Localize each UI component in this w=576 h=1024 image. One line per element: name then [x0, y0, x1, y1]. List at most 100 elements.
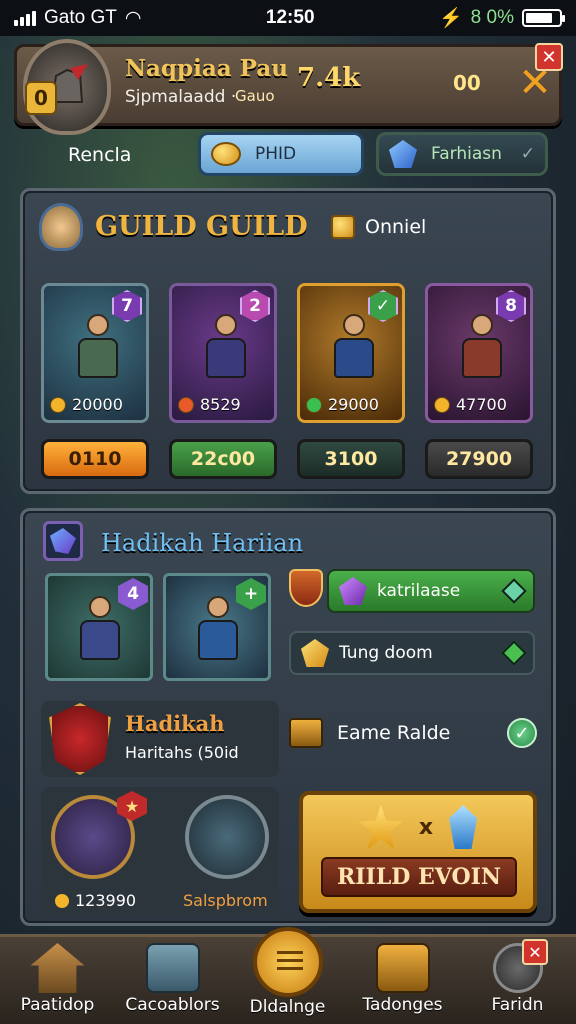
nav-friends[interactable]: Faridn [460, 937, 575, 1024]
reward-slot-label: katrilaase [377, 581, 461, 601]
nav-home-label: Paatidop [20, 995, 95, 1015]
fish-icon [145, 943, 200, 993]
reward-banner-subtitle: Haritahs (50id [125, 743, 239, 762]
hero-value: 47700 [434, 395, 507, 414]
reward-card[interactable]: 4 [45, 573, 153, 681]
check-icon: ✓ [507, 718, 537, 748]
star-icon [358, 805, 403, 849]
knight-figure-icon [76, 596, 124, 666]
daily-title: Hadikah Hariian [101, 529, 304, 557]
event-label: Eame Ralde [337, 722, 451, 744]
close-icon[interactable]: ✕ [535, 43, 563, 71]
crystal-icon [449, 805, 478, 849]
hero-figure-icon [202, 314, 250, 384]
chest-icon [289, 718, 323, 748]
reward-banner-title: Hadikah [125, 711, 225, 736]
nav-rewards-label: Tadonges [362, 995, 443, 1015]
chevron-down-icon: ✓ [520, 144, 535, 164]
nav-rewards[interactable]: Tadonges [345, 937, 460, 1024]
hero-action-button[interactable]: 3100 [297, 439, 405, 479]
bottom-name: Salspbrom [183, 891, 268, 910]
hero-card[interactable]: 2 8529 [169, 283, 277, 423]
battery-percent: 8 0% [470, 7, 514, 28]
diamond-icon [501, 578, 527, 604]
home-icon [30, 943, 85, 993]
nav-friends-label: Faridn [491, 995, 544, 1015]
guild-event-button[interactable]: x RIILD EVOIN [299, 791, 537, 913]
coin-icon [211, 142, 241, 166]
favorites-tab-label: Farhiasn [431, 144, 502, 164]
guild-panel: GUILD GUILD Onniel 7 20000 0110 2 8529 2… [20, 188, 556, 494]
nav-challenges-label: Dldalnge [249, 997, 326, 1017]
daily-rewards-panel: Hadikah Hariian 4 + katrilaase Tung doom… [20, 508, 556, 926]
hooded-avatar-icon [39, 203, 83, 251]
shield-gem-icon [389, 140, 417, 168]
hero-action-button[interactable]: 27900 [425, 439, 533, 479]
coin-icon [55, 893, 69, 908]
coin-icon [306, 396, 322, 413]
coin-icon [434, 396, 450, 413]
reward-slot[interactable]: Tung doom [289, 631, 535, 675]
coin-icon [50, 396, 66, 413]
hero-action-button[interactable]: 22c00 [169, 439, 277, 479]
diamond-icon [501, 640, 527, 666]
guild-title: GUILD GUILD [95, 211, 308, 242]
nav-collections-label: Cacoablors [125, 995, 220, 1015]
online-label: Onniel [365, 216, 427, 238]
chest-icon [375, 943, 430, 993]
player-subtitle-2: Gauo [235, 87, 275, 105]
purple-gem-icon [339, 577, 367, 605]
hero-action-button[interactable]: 0110 [41, 439, 149, 479]
charging-icon: ⚡ [439, 8, 463, 29]
online-indicator: Onniel [331, 215, 426, 239]
hero-figure-icon [458, 314, 506, 384]
guild-tab-button[interactable]: PHID [198, 132, 364, 176]
level-badge: 0 [25, 81, 57, 115]
bottom-nav: Paatidop Cacoablors Dldalnge Tadonges Fa… [0, 927, 576, 1024]
reward-slot[interactable]: katrilaase [327, 569, 535, 613]
profile-bar[interactable]: 0 Naqpiaa Pau Sjpmalaadd · Gauo 7.4k 00 … [14, 39, 563, 135]
bottom-value: 123990 [55, 891, 136, 910]
shield-icon [289, 569, 323, 607]
hero-avatar[interactable] [185, 795, 269, 879]
event-row[interactable]: Eame Ralde ✓ [289, 713, 537, 753]
signal-icon [14, 10, 36, 26]
online-icon [331, 215, 355, 239]
carrier-label: Gato GT [44, 7, 117, 28]
close-icon[interactable]: ✕ [522, 939, 548, 965]
coin-icon [178, 396, 194, 413]
hero-figure-icon [74, 314, 122, 384]
nav-home[interactable]: Paatidop [0, 937, 115, 1024]
nav-challenges[interactable]: Dldalnge [230, 927, 345, 1024]
battery-icon [521, 9, 565, 27]
scroll-icon [252, 927, 323, 997]
player-name: Naqpiaa Pau [125, 55, 288, 82]
mage-figure-icon [194, 596, 242, 666]
clock: 12:50 [265, 7, 315, 28]
nav-collections[interactable]: Cacoablors [115, 937, 230, 1024]
gold-gem-icon [301, 639, 329, 667]
guild-tab-label: PHID [255, 144, 297, 164]
hero-value: 29000 [306, 395, 379, 414]
reward-card[interactable]: + [163, 573, 271, 681]
player-subtitle: Sjpmalaadd · [125, 87, 237, 107]
favorites-tab-button[interactable]: Farhiasn ✓ [376, 132, 548, 176]
nav-row: Rencla PHID Farhiasn ✓ [0, 130, 576, 180]
hero-rewards: ★ 123990 Salspbrom [41, 787, 279, 917]
hero-value: 8529 [178, 395, 241, 414]
nav-label: Rencla [68, 144, 132, 166]
hero-card[interactable]: 8 47700 [425, 283, 533, 423]
status-bar: Gato GT ◠ 12:50 ⚡ 8 0% [0, 0, 576, 36]
hero-card[interactable]: ✓ 29000 [297, 283, 405, 423]
currency-value: 00 [453, 71, 481, 95]
hero-value: 20000 [50, 395, 123, 414]
hero-figure-icon [330, 314, 378, 384]
multiplier-label: x [418, 814, 434, 840]
reward-banner[interactable]: Hadikah Haritahs (50id [41, 701, 279, 777]
reward-slot-label: Tung doom [339, 643, 433, 663]
hero-card[interactable]: 7 20000 [41, 283, 149, 423]
wifi-icon: ◠ [124, 7, 142, 29]
power-value: 7.4k [297, 63, 361, 93]
crystal-icon [43, 521, 83, 561]
guild-event-label: RIILD EVOIN [321, 857, 517, 897]
